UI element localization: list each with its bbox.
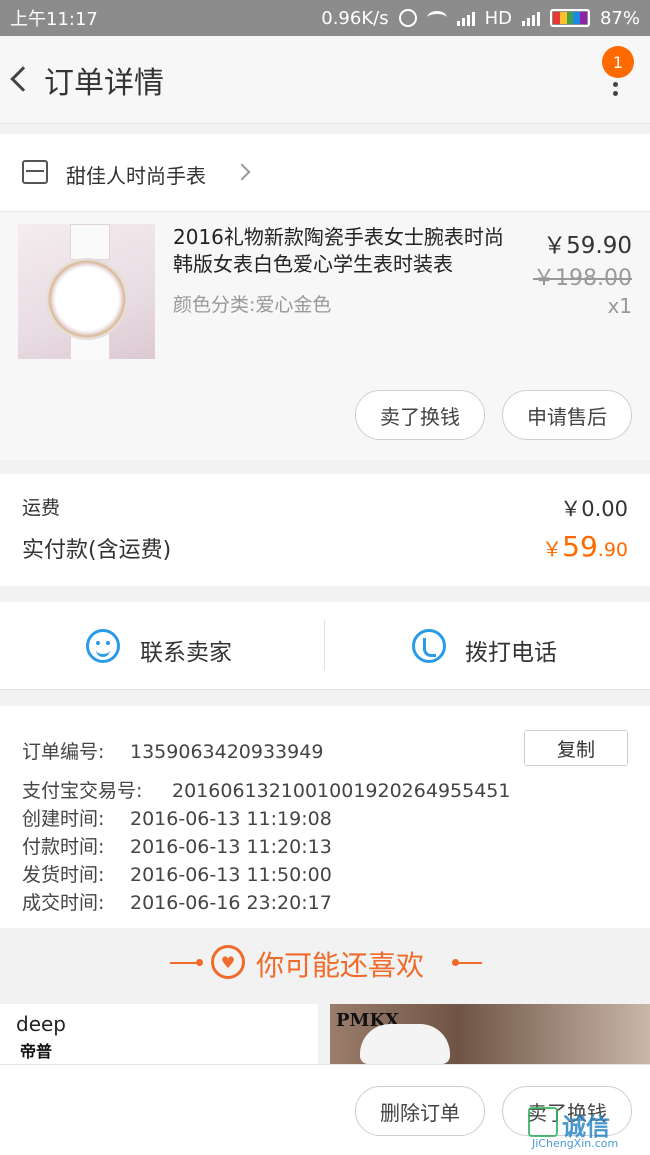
created-label: 创建时间: [22, 808, 105, 830]
product-price: ￥59.90 [543, 233, 632, 259]
sell-button[interactable]: 卖了换钱 [355, 390, 485, 440]
phone-icon[interactable] [412, 629, 446, 663]
paid-label: 实付款(含运费) [22, 538, 172, 563]
contact-bar: 联系卖家 拨打电话 [0, 602, 650, 690]
product-title[interactable]: 2016礼物新款陶瓷手表女士腕表时尚韩版女表白色爱心学生表时装表 [173, 224, 518, 278]
watermark-logo [528, 1107, 558, 1137]
wifi-icon [426, 11, 447, 25]
product-original-price: ￥198.00 [533, 266, 632, 291]
watch-face [46, 258, 128, 340]
chevron-right-icon [233, 163, 251, 181]
paid-decimal: .90 [597, 539, 628, 561]
status-time: 上午11:17 [10, 9, 98, 30]
shipping-label: 运费 [22, 497, 61, 519]
recommend-title: 你可能还喜欢 [256, 949, 425, 982]
page-title: 订单详情 [44, 66, 164, 101]
fee-summary: 运费 ￥0.00 实付款(含运费) ￥59.90 [0, 474, 650, 586]
product-item: 2016礼物新款陶瓷手表女士腕表时尚韩版女表白色爱心学生表时装表 颜色分类:爱心… [0, 212, 650, 460]
contact-seller-button[interactable]: 联系卖家 [140, 633, 232, 667]
shipped-row: 发货时间: 2016-06-13 11:50:00 [22, 860, 332, 887]
recommend-header: ♥ 你可能还喜欢 [0, 932, 650, 994]
watermark-url: JiChengXin.com [532, 1137, 619, 1150]
battery-level: 87% [599, 7, 640, 29]
brand-logo-deep: deep [16, 1012, 66, 1036]
call-button[interactable]: 拨打电话 [465, 633, 557, 667]
shipped-label: 发货时间: [22, 864, 105, 886]
notification-badge: 1 [602, 46, 634, 78]
shoe-image [360, 1024, 450, 1064]
back-icon[interactable] [10, 66, 36, 92]
paid-time-label: 付款时间: [22, 836, 105, 858]
paid-currency: ￥ [542, 537, 563, 561]
recommend-card-left[interactable]: deep 帝普 [0, 1004, 318, 1064]
watermark: 诚信 JiChengXin.com [528, 1105, 648, 1150]
created-row: 创建时间: 2016-06-13 11:19:08 [22, 804, 332, 831]
paid-integer: 59 [562, 530, 598, 563]
chat-icon[interactable] [86, 629, 120, 663]
order-number-label: 订单编号: [22, 741, 105, 763]
signal-icon [456, 10, 475, 26]
created-time: 2016-06-13 11:19:08 [130, 808, 332, 830]
divider [324, 620, 325, 670]
network-speed: 0.96K/s [321, 7, 389, 29]
watch-strap-top [70, 224, 110, 260]
bottom-bar: 删除订单 卖了换钱 诚信 JiChengXin.com [0, 1064, 650, 1155]
product-image[interactable] [18, 224, 155, 359]
alipay-number: 2016061321001001920264955451 [172, 780, 511, 802]
product-quantity: x1 [607, 294, 632, 318]
shop-row[interactable]: 甜佳人时尚手表 [0, 134, 650, 212]
status-bar: 上午11:17 0.96K/s HD 87% [0, 0, 650, 36]
signal-icon-2 [521, 10, 540, 26]
nav-bar: 订单详情 1 [0, 36, 650, 124]
battery-icon [549, 9, 590, 27]
copy-button[interactable]: 复制 [524, 730, 628, 766]
shipping-value: ￥0.00 [560, 497, 628, 521]
order-info: 订单编号: 1359063420933949 复制 支付宝交易号: 20160613… [0, 706, 650, 928]
shop-icon [22, 160, 48, 184]
decor-line-right [452, 962, 482, 964]
paid-row: 付款时间: 2016-06-13 11:20:13 [22, 832, 332, 859]
shipped-time: 2016-06-13 11:50:00 [130, 864, 332, 886]
completed-time: 2016-06-16 23:20:17 [130, 892, 332, 914]
recommend-card-right[interactable]: PMKX [330, 1004, 650, 1064]
completed-label: 成交时间: [22, 892, 105, 914]
order-number: 1359063420933949 [130, 741, 324, 763]
decor-dot-left [196, 959, 203, 966]
network-type: HD [484, 7, 512, 29]
delete-order-button[interactable]: 删除订单 [355, 1086, 485, 1136]
alipay-row: 支付宝交易号: 2016061321001001920264955451 [22, 776, 510, 803]
shop-name: 甜佳人时尚手表 [66, 164, 206, 188]
alipay-label: 支付宝交易号: [22, 780, 143, 802]
heart-icon: ♥ [211, 945, 245, 979]
product-sku: 颜色分类:爱心金色 [173, 294, 332, 316]
alarm-icon [398, 9, 417, 27]
completed-row: 成交时间: 2016-06-16 23:20:17 [22, 888, 332, 915]
brand-logo-dipu: 帝普 [20, 1042, 53, 1061]
after-sale-button[interactable]: 申请售后 [502, 390, 632, 440]
order-number-row: 订单编号: 1359063420933949 [22, 737, 323, 764]
paid-total: ￥59.90 [542, 530, 628, 563]
paid-time: 2016-06-13 11:20:13 [130, 836, 332, 858]
